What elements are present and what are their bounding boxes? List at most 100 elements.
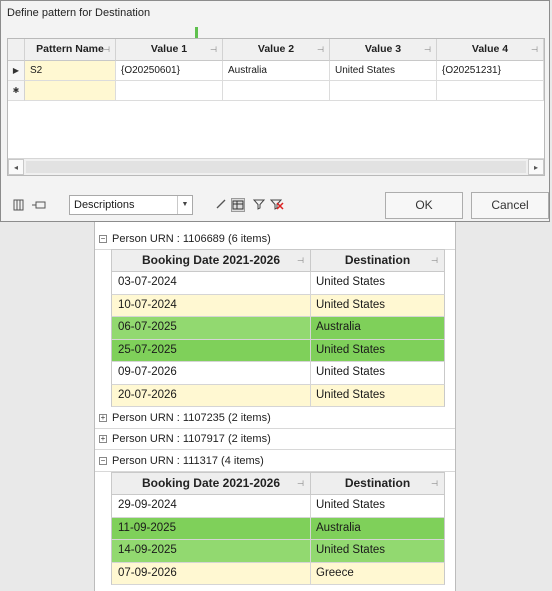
pattern-grid: Pattern Name ⊣ Value 1 ⊣ Value 2 ⊣ Value… (7, 38, 545, 176)
expand-icon[interactable]: + (99, 414, 107, 422)
display-mode-select[interactable]: Descriptions ▼ (69, 195, 193, 215)
column-header-value-4[interactable]: Value 4 ⊣ (437, 39, 544, 61)
column-header-booking-date[interactable]: Booking Date 2021-2026 ⊣ (112, 473, 311, 494)
group-row[interactable]: + Person URN : 1107917 (2 items) (95, 429, 455, 450)
booking-date-cell[interactable]: 09-07-2026 (112, 362, 311, 384)
table-row[interactable]: 03-07-2024 United States (111, 272, 445, 295)
cell-value-4[interactable]: {O20251231} (437, 61, 544, 81)
booking-date-cell[interactable]: 14-09-2025 (112, 540, 311, 562)
column-header-booking-date[interactable]: Booking Date 2021-2026 ⊣ (112, 250, 311, 271)
column-header-value-1[interactable]: Value 1 ⊣ (116, 39, 223, 61)
cell-value-1[interactable]: {O20250601} (116, 61, 223, 81)
table-row[interactable]: 09-07-2026 United States (111, 362, 445, 385)
edit-pencil-icon[interactable] (214, 198, 228, 212)
define-pattern-dialog: Define pattern for Destination Pattern N… (0, 0, 550, 222)
column-header-value-2[interactable]: Value 2 ⊣ (223, 39, 330, 61)
table-row[interactable]: 25-07-2025 United States (111, 339, 445, 362)
destination-cell[interactable]: Australia (311, 317, 444, 339)
booking-date-cell[interactable]: 06-07-2025 (112, 317, 311, 339)
destination-cell[interactable]: United States (311, 295, 444, 317)
destination-cell[interactable]: United States (311, 272, 444, 294)
column-header-value-3[interactable]: Value 3 ⊣ (330, 39, 437, 61)
column-header-label: Value 1 (150, 43, 188, 55)
pin-icon[interactable]: ⊣ (531, 39, 538, 60)
column-header-label: Value 3 (364, 43, 402, 55)
cell-value-2[interactable]: Australia (223, 61, 330, 81)
new-row-indicator[interactable]: ✱ (8, 81, 25, 101)
pin-icon[interactable]: ⊣ (103, 39, 110, 60)
destination-cell[interactable]: United States (311, 362, 444, 384)
table-row[interactable]: 14-09-2025 United States (111, 540, 445, 563)
column-header-label: Destination (344, 476, 411, 490)
table-row[interactable]: 07-09-2026 Greece (111, 562, 445, 585)
collapse-icon[interactable]: − (99, 235, 107, 243)
booking-date-cell[interactable]: 25-07-2025 (112, 339, 311, 361)
new-row-cell-value-4[interactable] (437, 81, 544, 101)
group-row[interactable]: − Person URN : 111317 (4 items) (95, 451, 455, 472)
column-header-pattern-name[interactable]: Pattern Name ⊣ (25, 39, 116, 61)
new-row-cell-pattern-name[interactable] (25, 81, 116, 101)
new-row-cell-value-3[interactable] (330, 81, 437, 101)
new-row-cell-value-2[interactable] (223, 81, 330, 101)
horizontal-scrollbar[interactable]: ◂ ▸ (8, 158, 544, 175)
chevron-down-icon[interactable]: ▼ (177, 196, 192, 214)
cell-value-3[interactable]: United States (330, 61, 437, 81)
table-row[interactable]: 06-07-2025 Australia (111, 317, 445, 340)
booking-date-cell[interactable]: 29-09-2024 (112, 495, 311, 517)
group-label: Person URN : 1106689 (6 items) (112, 233, 271, 245)
scroll-right-arrow-icon[interactable]: ▸ (528, 159, 544, 175)
grid-view-icon[interactable] (231, 198, 245, 212)
table-row[interactable]: 20-07-2026 United States (111, 384, 445, 407)
detail-header: Booking Date 2021-2026 ⊣ Destination ⊣ (111, 249, 445, 272)
report-grid: − Person URN : 1106689 (6 items) Booking… (94, 222, 456, 591)
column-header-label: Destination (344, 253, 411, 267)
destination-cell[interactable]: United States (311, 540, 444, 562)
cell-pattern-name[interactable]: S2 (25, 61, 116, 81)
column-chooser-icon[interactable] (13, 198, 27, 212)
table-row[interactable]: 11-09-2025 Australia (111, 517, 445, 540)
booking-date-cell[interactable]: 10-07-2024 (112, 294, 311, 316)
booking-date-cell[interactable]: 03-07-2024 (112, 272, 311, 294)
column-header-label: Value 2 (257, 43, 295, 55)
group-row[interactable]: − Person URN : 1106689 (6 items) (95, 229, 455, 250)
collapse-panel-icon[interactable] (31, 198, 46, 212)
pin-icon[interactable]: ⊣ (431, 473, 438, 494)
pin-icon[interactable]: ⊣ (297, 473, 304, 494)
booking-date-cell[interactable]: 20-07-2026 (112, 384, 311, 406)
scroll-left-arrow-icon[interactable]: ◂ (8, 159, 24, 175)
group-label: Person URN : 111317 (4 items) (112, 455, 264, 467)
new-row-cell-value-1[interactable] (116, 81, 223, 101)
destination-cell[interactable]: Greece (311, 563, 444, 585)
cancel-button[interactable]: Cancel (471, 192, 549, 219)
column-header-label: Booking Date 2021-2026 (141, 476, 281, 490)
current-row-indicator[interactable]: ▶ (8, 61, 25, 81)
destination-cell[interactable]: United States (311, 495, 444, 517)
group-label: Person URN : 1107917 (2 items) (112, 433, 271, 445)
group-label: Person URN : 1107235 (2 items) (112, 412, 271, 424)
column-header-label: Value 4 (471, 43, 509, 55)
destination-cell[interactable]: Australia (311, 517, 444, 539)
column-header-destination[interactable]: Destination ⊣ (311, 473, 444, 494)
table-row[interactable]: 29-09-2024 United States (111, 495, 445, 518)
table-row[interactable]: 10-07-2024 United States (111, 294, 445, 317)
booking-date-cell[interactable]: 07-09-2026 (112, 562, 311, 584)
filter-icon[interactable] (252, 198, 266, 212)
pin-icon[interactable]: ⊣ (297, 250, 304, 271)
clear-filter-icon[interactable] (269, 198, 284, 212)
pin-icon[interactable]: ⊣ (210, 39, 217, 60)
booking-date-cell[interactable]: 11-09-2025 (112, 517, 311, 539)
destination-cell[interactable]: United States (311, 339, 444, 361)
collapse-icon[interactable]: − (99, 457, 107, 465)
scrollbar-thumb[interactable] (26, 161, 526, 173)
column-header-label: Booking Date 2021-2026 (141, 253, 281, 267)
column-header-destination[interactable]: Destination ⊣ (311, 250, 444, 271)
pin-icon[interactable]: ⊣ (431, 250, 438, 271)
display-mode-value: Descriptions (74, 199, 135, 211)
ok-button[interactable]: OK (385, 192, 463, 219)
pin-icon[interactable]: ⊣ (317, 39, 324, 60)
expand-icon[interactable]: + (99, 435, 107, 443)
group-row[interactable]: + Person URN : 1107235 (2 items) (95, 408, 455, 429)
detail-header: Booking Date 2021-2026 ⊣ Destination ⊣ (111, 472, 445, 495)
pin-icon[interactable]: ⊣ (424, 39, 431, 60)
destination-cell[interactable]: United States (311, 385, 444, 407)
